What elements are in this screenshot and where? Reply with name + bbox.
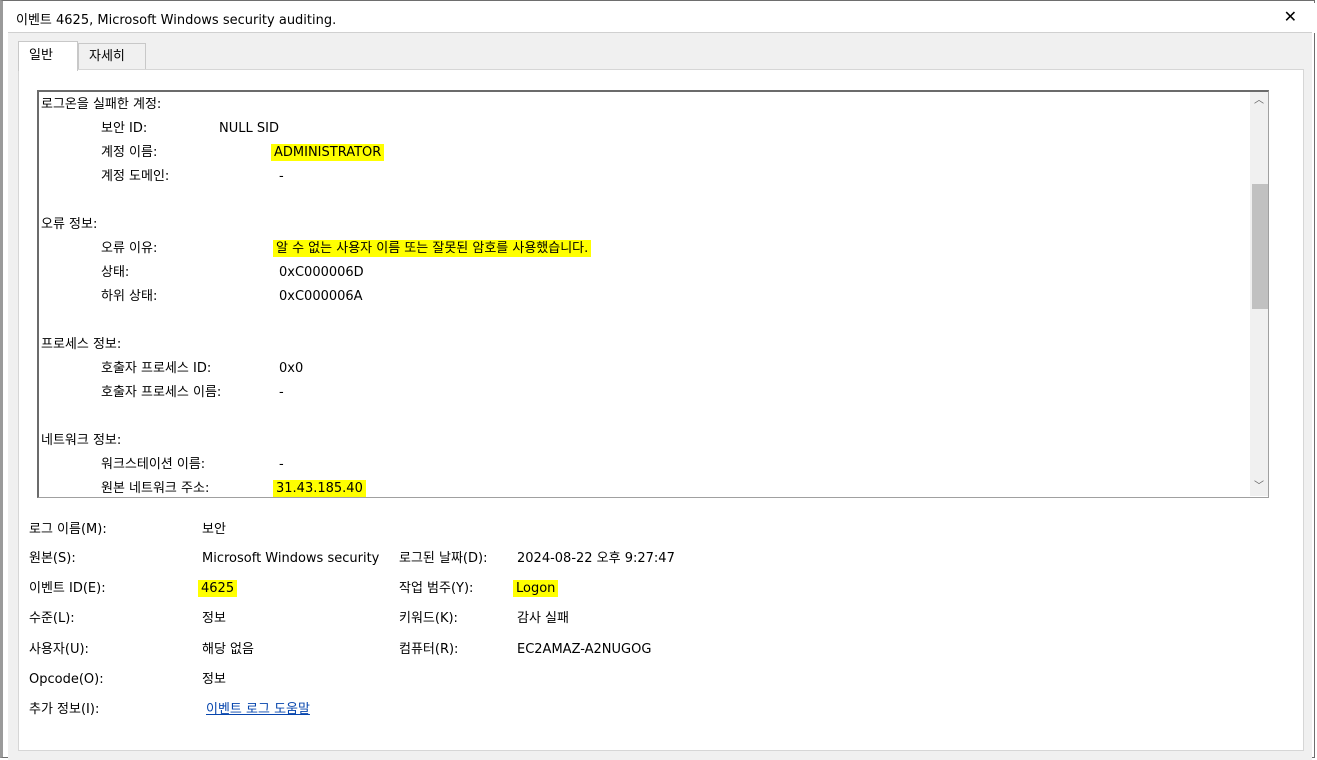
opcode-label: Opcode(O): [29,672,104,687]
label-security-id: 보안 ID: [101,121,148,136]
keywords-value: 감사 실패 [517,611,569,626]
label-failure-reason: 오류 이유: [101,241,158,256]
scrollbar-thumb[interactable] [1252,184,1268,309]
task-category-value: Logon [513,580,559,597]
user-value: 해당 없음 [202,642,254,657]
label-source-network-address: 원본 네트워크 주소: [101,481,210,496]
window-title: 이벤트 4625, Microsoft Windows security aud… [16,13,337,28]
task-category-label: 작업 범주(Y): [399,581,474,596]
value-failure-reason: 알 수 없는 사용자 이름 또는 잘못된 암호를 사용했습니다. [273,240,592,257]
value-caller-process-name: - [279,385,284,400]
label-status: 상태: [101,265,130,280]
value-sub-status: 0xC000006A [279,289,363,304]
chevron-up-icon[interactable]: ︿ [1250,92,1268,110]
close-icon[interactable]: ✕ [1284,7,1297,26]
tab-details[interactable]: 자세히 [78,43,146,70]
label-account-name: 계정 이름: [101,145,158,160]
value-caller-process-id: 0x0 [279,361,304,376]
heading-failed-account: 로그온을 실패한 계정: [41,97,162,112]
log-name-label: 로그 이름(M): [29,522,107,537]
label-account-domain: 계정 도메인: [101,169,170,184]
opcode-value: 정보 [202,672,226,687]
label-sub-status: 하위 상태: [101,289,158,304]
value-account-name: ADMINISTRATOR [271,144,385,161]
tab-general[interactable]: 일반 [18,41,78,71]
level-label: 수준(L): [29,611,75,626]
dialog-pane: 일반 자세히 로그온을 실패한 계정: 보안 ID: NULL SID 계정 이… [8,32,1312,760]
event-properties-grid: 로그 이름(M): 보안 원본(S): Microsoft Windows se… [19,510,1299,740]
event-description-box[interactable]: 로그온을 실패한 계정: 보안 ID: NULL SID 계정 이름: ADMI… [37,90,1269,498]
more-info-label: 추가 정보(I): [29,702,100,717]
event-log-help-link[interactable]: 이벤트 로그 도움말 [206,700,310,720]
source-label: 원본(S): [29,551,76,566]
tab-content: 로그온을 실패한 계정: 보안 ID: NULL SID 계정 이름: ADMI… [18,69,1304,751]
logged-date-value: 2024-08-22 오후 9:27:47 [517,551,675,566]
event-id-label: 이벤트 ID(E): [29,581,106,596]
title-bar: 이벤트 4625, Microsoft Windows security aud… [6,3,1315,33]
computer-label: 컴퓨터(R): [399,642,459,657]
label-caller-process-name: 호출자 프로세스 이름: [101,385,222,400]
chevron-down-icon[interactable]: ﹀ [1250,478,1268,496]
heading-failure-info: 오류 정보: [41,217,98,232]
label-workstation-name: 워크스테이션 이름: [101,457,206,472]
event-id-value: 4625 [198,580,238,597]
value-status: 0xC000006D [279,265,364,280]
logged-date-label: 로그된 날짜(D): [399,551,488,566]
value-workstation-name: - [279,457,284,472]
vertical-scrollbar[interactable]: ︿ ﹀ [1250,92,1268,496]
value-source-network-address: 31.43.185.40 [273,480,366,497]
value-security-id: NULL SID [219,121,279,136]
value-account-domain: - [279,169,284,184]
log-name-value: 보안 [202,522,226,537]
user-label: 사용자(U): [29,642,89,657]
event-properties-window: 이벤트 4625, Microsoft Windows security aud… [0,0,1315,760]
heading-process-info: 프로세스 정보: [41,337,122,352]
heading-network-info: 네트워크 정보: [41,433,122,448]
keywords-label: 키워드(K): [399,611,458,626]
computer-value: EC2AMAZ-A2NUGOG [517,642,652,657]
level-value: 정보 [202,611,226,626]
source-value: Microsoft Windows security [202,551,380,566]
label-caller-process-id: 호출자 프로세스 ID: [101,361,212,376]
